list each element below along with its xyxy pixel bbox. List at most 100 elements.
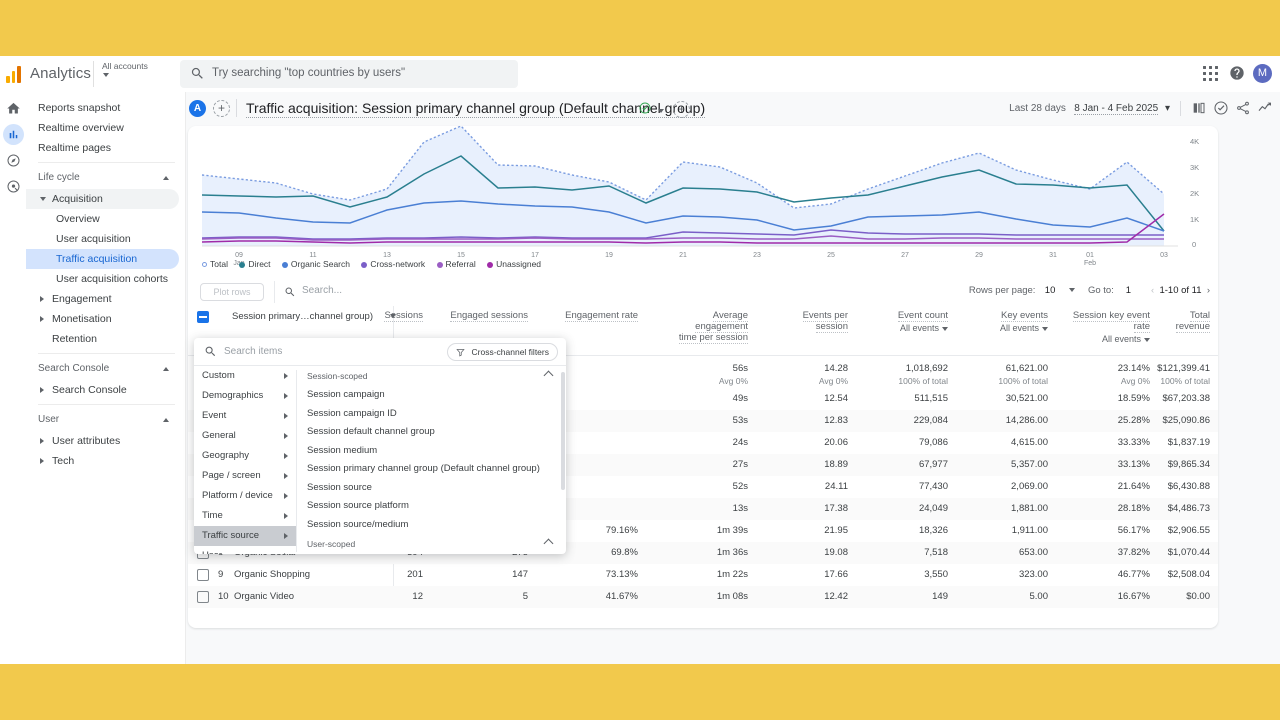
dropdown-item-session-source-medium[interactable]: Session source/medium — [297, 516, 566, 535]
dropdown-category-geography[interactable]: Geography — [194, 446, 296, 466]
column-header-avg-engagement-time[interactable]: Average engagement time per session — [678, 310, 748, 344]
dropdown-category-page-screen[interactable]: Page / screen — [194, 466, 296, 486]
nav-divider — [38, 353, 175, 354]
nav-section-search-console[interactable]: Search Console — [26, 358, 185, 380]
sidebar-item-label: Retention — [52, 333, 97, 345]
chevron-up-icon — [543, 370, 554, 381]
sidebar-item-search-console[interactable]: Search Console — [26, 380, 185, 400]
column-header-event-count[interactable]: Event count All events — [878, 310, 948, 334]
rail-advertising-icon[interactable] — [3, 176, 24, 197]
dropdown-category-platform-device[interactable]: Platform / device — [194, 486, 296, 506]
column-header-events-per-session[interactable]: Events per session — [788, 310, 848, 333]
add-comparison-button[interactable]: + — [213, 100, 230, 117]
apps-grid-icon[interactable] — [1203, 66, 1219, 82]
rail-reports-icon[interactable] — [3, 124, 24, 145]
cell-event-count: 3,550 — [924, 569, 948, 580]
column-header-engaged-sessions[interactable]: Engaged sessions — [448, 310, 528, 322]
nav-section-user[interactable]: User — [26, 409, 185, 431]
dropdown-category-demographics[interactable]: Demographics — [194, 386, 296, 406]
rail-explore-icon[interactable] — [3, 150, 24, 171]
row-checkbox[interactable] — [197, 569, 209, 581]
column-header-total-revenue[interactable]: Total revenue — [1154, 310, 1210, 333]
sidebar-item-realtime-overview[interactable]: Realtime overview — [26, 118, 185, 138]
legend-item-total[interactable]: Total — [202, 259, 228, 269]
svg-text:31: 31 — [1049, 252, 1057, 259]
dropdown-scrollbar[interactable] — [561, 372, 565, 490]
sidebar-item-traffic-acquisition[interactable]: Traffic acquisition — [26, 249, 179, 269]
dropdown-item-session-source-platform[interactable]: Session source platform — [297, 497, 566, 516]
dropdown-category-traffic-source[interactable]: Traffic source — [194, 526, 296, 546]
chevron-up-icon — [163, 367, 169, 371]
column-header-sessions[interactable]: Sessions — [353, 310, 423, 322]
add-annotation-button[interactable]: + — [673, 101, 690, 118]
sidebar-item-overview[interactable]: Overview — [26, 209, 185, 229]
insights-icon[interactable] — [1213, 100, 1229, 116]
column-header-key-event-rate-filter[interactable]: All events — [1060, 334, 1150, 345]
property-badge[interactable]: A — [189, 100, 206, 117]
column-header-key-events[interactable]: Key events All events — [978, 310, 1048, 334]
dropdown-category-event[interactable]: Event — [194, 406, 296, 426]
sidebar-item-user-acquisition[interactable]: User acquisition — [26, 229, 185, 249]
cell-events-per-session: 24.11 — [824, 481, 848, 492]
title-chevron-down-icon[interactable] — [658, 109, 664, 113]
column-header-event-count-filter[interactable]: All events — [878, 323, 948, 334]
row-checkbox[interactable] — [197, 591, 209, 603]
chevron-down-icon[interactable] — [1068, 288, 1075, 293]
cross-channel-filters-button[interactable]: Cross-channel filters — [447, 343, 558, 361]
sidebar-item-retention[interactable]: Retention — [26, 329, 185, 349]
dropdown-item-session-medium[interactable]: Session medium — [297, 442, 566, 461]
page-header: A + Traffic acquisition: Session primary… — [186, 92, 1280, 126]
legend-item-referral[interactable]: Referral — [436, 259, 476, 269]
next-page-button[interactable]: › — [1207, 285, 1210, 296]
dropdown-item-session-primary-channel-group[interactable]: Session primary channel group (Default c… — [297, 460, 566, 479]
rail-home-icon[interactable] — [3, 98, 24, 119]
compare-icon[interactable] — [1191, 100, 1207, 116]
dropdown-item-session-campaign-id[interactable]: Session campaign ID — [297, 405, 566, 424]
sidebar-item-monetisation[interactable]: Monetisation — [26, 309, 185, 329]
cell-events-per-session: 21.95 — [824, 525, 848, 536]
dropdown-category-time[interactable]: Time — [194, 506, 296, 526]
explore-trend-icon[interactable] — [1257, 100, 1273, 116]
legend-item-organic-search[interactable]: Organic Search — [281, 259, 350, 269]
share-icon[interactable] — [1235, 100, 1251, 116]
dropdown-group-user-scoped[interactable]: User-scoped — [297, 534, 566, 554]
dropdown-category-general[interactable]: General — [194, 426, 296, 446]
sidebar-item-reports-snapshot[interactable]: Reports snapshot — [26, 98, 185, 118]
column-header-engagement-rate[interactable]: Engagement rate — [558, 310, 638, 322]
dropdown-group-session-scoped[interactable]: Session-scoped — [297, 366, 566, 386]
goto-value[interactable]: 1 — [1116, 285, 1140, 296]
legend-item-cross-network[interactable]: Cross-network — [361, 259, 425, 269]
column-header-key-events-filter[interactable]: All events — [978, 323, 1048, 334]
sidebar-item-engagement[interactable]: Engagement — [26, 289, 185, 309]
table-search-input[interactable]: Search... — [302, 285, 342, 296]
dropdown-category-custom[interactable]: Custom — [194, 366, 296, 386]
help-icon[interactable] — [1229, 65, 1245, 81]
dropdown-item-session-source[interactable]: Session source — [297, 479, 566, 498]
avatar[interactable]: M — [1253, 64, 1272, 83]
cell-event-count: 77,430 — [918, 481, 948, 492]
nav-section-life-cycle[interactable]: Life cycle — [26, 167, 185, 189]
global-search-input[interactable]: Try searching "top countries by users" — [180, 60, 518, 88]
legend-item-unassigned[interactable]: Unassigned — [487, 259, 541, 269]
sidebar-item-user-attributes[interactable]: User attributes — [26, 431, 185, 451]
plot-rows-button[interactable]: Plot rows — [200, 283, 264, 301]
dropdown-category-user[interactable]: User — [194, 546, 296, 554]
cell-total-revenue: $0.00 — [1186, 591, 1210, 602]
table-row[interactable]: 10 Organic Video 12 5 41.67% 1m 08s 12.4… — [188, 586, 1218, 608]
date-range-selector[interactable]: Last 28 days 8 Jan - 4 Feb 2025 ▾ — [1009, 103, 1170, 115]
sidebar-item-user-acquisition-cohorts[interactable]: User acquisition cohorts — [26, 269, 185, 289]
cell-total-revenue: $6,430.88 — [1167, 481, 1210, 492]
sidebar-item-tech[interactable]: Tech — [26, 451, 185, 471]
column-header-session-key-event-rate[interactable]: Session key event rate All events — [1060, 310, 1150, 345]
prev-page-button[interactable]: ‹ — [1151, 285, 1154, 296]
sidebar-item-realtime-pages[interactable]: Realtime pages — [26, 138, 185, 158]
dropdown-search-input[interactable]: Search items — [224, 346, 282, 357]
dropdown-item-session-campaign[interactable]: Session campaign — [297, 386, 566, 405]
account-selector[interactable]: All accounts — [93, 61, 155, 87]
rows-per-page-value[interactable]: 10 — [1038, 285, 1062, 296]
dropdown-item-session-default-channel-group[interactable]: Session default channel group — [297, 423, 566, 442]
sidebar-item-acquisition[interactable]: Acquisition — [26, 189, 179, 209]
select-all-checkbox[interactable] — [197, 311, 209, 323]
table-row[interactable]: 9 Organic Shopping 201 147 73.13% 1m 22s… — [188, 564, 1218, 586]
legend-item-direct[interactable]: Direct — [239, 259, 271, 269]
